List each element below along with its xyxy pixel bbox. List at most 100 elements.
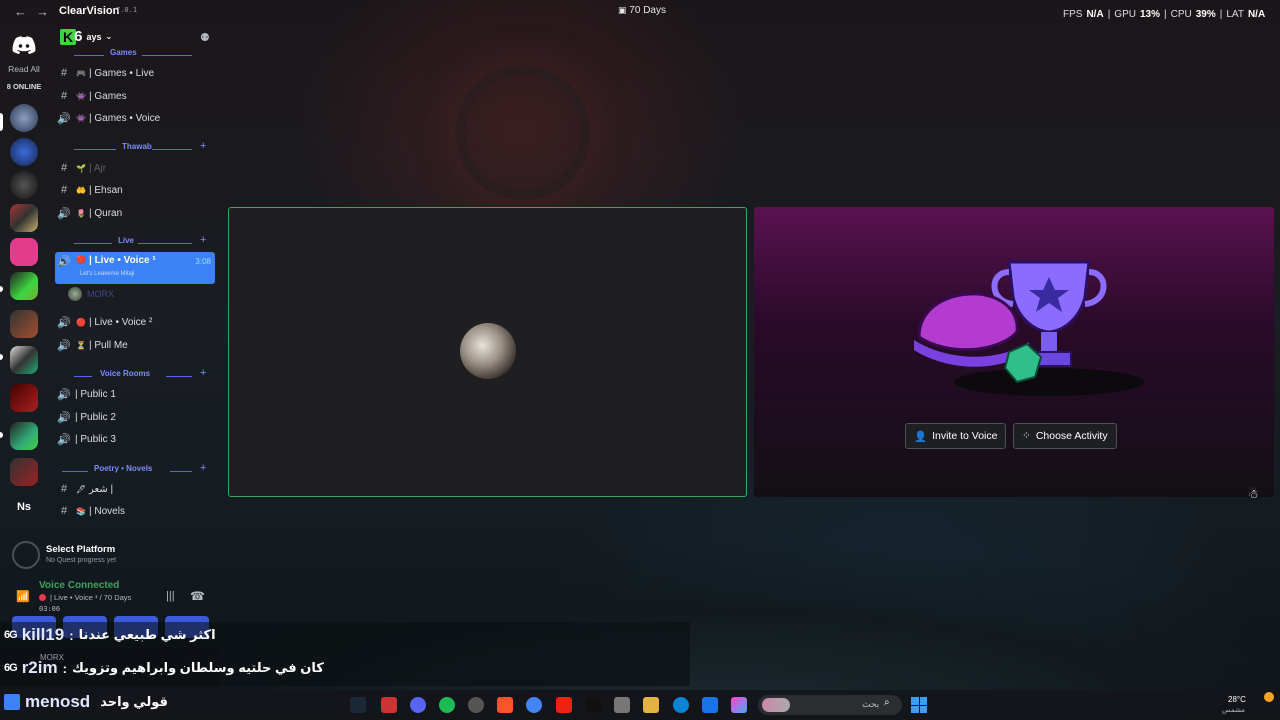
- channel-live-voice-2[interactable]: 🔊 🔴 | Live • Voice ²: [55, 312, 215, 332]
- noise-suppression-icon[interactable]: |||: [166, 590, 175, 602]
- button-label: Choose Activity: [1035, 430, 1108, 442]
- red-circle-icon: 🔴: [76, 317, 86, 327]
- category-games[interactable]: Games: [52, 48, 212, 62]
- text-channel-icon: #: [60, 483, 68, 495]
- category-live[interactable]: Live +: [52, 234, 212, 250]
- add-channel-icon[interactable]: +: [200, 367, 206, 379]
- read-all-button[interactable]: Read All: [0, 64, 48, 74]
- server-folder-3[interactable]: [10, 310, 38, 338]
- trophy-illustration: [914, 260, 1144, 396]
- channel-ehsan[interactable]: # 🤲 | Ehsan: [55, 180, 215, 200]
- edge-icon[interactable]: [673, 697, 689, 713]
- server-folder-1[interactable]: [10, 204, 38, 232]
- channel-games-voice[interactable]: 🔊 👾 | Games • Voice: [55, 108, 215, 128]
- category-label: Voice Rooms: [100, 369, 151, 378]
- channel-live-voice-1[interactable]: 🔊 🔴 | Live • Voice ¹ 3:08 Let's Leaveme …: [55, 252, 215, 284]
- quest-title[interactable]: Select Platform: [46, 544, 115, 555]
- start-button[interactable]: [911, 697, 927, 713]
- speaker-icon: 🔊: [57, 411, 71, 424]
- channel-ajr[interactable]: # 🌱 | Ajr: [55, 158, 215, 178]
- brave-icon[interactable]: [497, 697, 513, 713]
- window-title: ▣ 70 Days: [618, 5, 666, 16]
- user-square-icon: [4, 694, 20, 710]
- server-icon-absent[interactable]: [10, 171, 38, 199]
- invite-to-voice-button[interactable]: 👤 Invite to Voice: [905, 423, 1007, 449]
- performance-stats: FPS N/A | GPU 13% | CPU 39% | LAT N/A: [1063, 9, 1265, 20]
- speaker-icon: 🔊: [57, 433, 71, 446]
- app-version: 7.0.1: [116, 6, 138, 14]
- server-icon-paw[interactable]: [10, 238, 38, 266]
- invader-icon: 👾: [76, 113, 86, 123]
- app-icon-1[interactable]: [381, 697, 397, 713]
- discord-taskbar-icon[interactable]: [410, 697, 426, 713]
- file-explorer-icon[interactable]: [643, 697, 659, 713]
- category-thawab[interactable]: Thawab +: [52, 140, 212, 156]
- add-channel-icon[interactable]: +: [200, 462, 206, 474]
- speaker-icon: 🔊: [57, 112, 71, 125]
- channel-label: | Ehsan: [89, 184, 123, 196]
- mascot-icon: ☃: [1248, 487, 1259, 501]
- search-placeholder: بحث: [862, 699, 880, 709]
- sprout-icon: 🌱: [76, 163, 86, 173]
- voice-status[interactable]: Voice Connected: [39, 580, 119, 591]
- server-folder-2[interactable]: [10, 272, 38, 300]
- back-arrow-icon[interactable]: ←: [14, 4, 27, 19]
- gpu-label: GPU: [1114, 9, 1136, 20]
- chat-text: كان في حلتيه وسلطان وابراهيم وتزويك: [71, 660, 324, 675]
- chat-member: MORX: [40, 653, 64, 662]
- tiktok-icon[interactable]: [585, 697, 601, 713]
- server-icon-1[interactable]: [10, 104, 38, 132]
- server-folder-5[interactable]: [10, 422, 38, 450]
- add-channel-icon[interactable]: +: [200, 140, 206, 152]
- channel-pull-me[interactable]: 🔊 ⏳ | Pull Me: [55, 335, 215, 355]
- channel-label: | Games • Live: [89, 67, 155, 79]
- text-channel-icon: #: [60, 162, 68, 174]
- channel-poetry[interactable]: # 🖋 شعر |: [55, 479, 215, 499]
- chrome-icon[interactable]: [526, 697, 542, 713]
- red-circle-icon: 🔴: [76, 255, 86, 264]
- channel-public-3[interactable]: 🔊 | Public 3: [55, 429, 215, 449]
- server-folder-4[interactable]: [10, 346, 38, 374]
- server-icon-rocket[interactable]: [10, 138, 38, 166]
- speaker-icon: 🔊: [57, 316, 71, 329]
- server-header[interactable]: K 6 ays ⌄: [60, 28, 112, 45]
- channel-games-live[interactable]: # 🎮 | Games • Live: [55, 63, 215, 83]
- forward-arrow-icon[interactable]: →: [36, 4, 49, 19]
- youtube-icon[interactable]: [556, 697, 572, 713]
- server-icon-red[interactable]: [10, 384, 38, 412]
- disconnect-icon[interactable]: ☎: [190, 589, 205, 603]
- copilot-icon[interactable]: [731, 697, 747, 713]
- channel-public-1[interactable]: 🔊 | Public 1: [55, 384, 215, 404]
- unread-indicator: [0, 354, 3, 360]
- gamepad-icon: 🎮: [76, 68, 86, 78]
- chat-username: menosd: [25, 692, 91, 711]
- weather-temp[interactable]: 28°C: [1228, 695, 1246, 704]
- server-ns[interactable]: Ns: [0, 501, 48, 513]
- cpu-value: 39%: [1195, 9, 1216, 20]
- category-voice-rooms[interactable]: Voice Rooms +: [52, 367, 212, 383]
- channel-label: | Games: [89, 90, 127, 102]
- chat-separator: :: [62, 660, 67, 676]
- outlook-icon[interactable]: [702, 697, 718, 713]
- steam-icon[interactable]: [350, 697, 366, 713]
- channel-novels[interactable]: # 📚 | Novels: [55, 501, 215, 521]
- server-folder-6[interactable]: [10, 458, 38, 486]
- spotify-icon[interactable]: [439, 697, 455, 713]
- search-icon: ⌕: [884, 697, 890, 708]
- stats-separator: |: [1107, 9, 1111, 20]
- category-poetry-novels[interactable]: Poetry • Novels +: [52, 462, 212, 478]
- channel-quran[interactable]: 🔊 🌷 | Quran: [55, 203, 215, 223]
- add-member-icon[interactable]: ⚉: [200, 31, 210, 44]
- add-channel-icon[interactable]: +: [200, 234, 206, 246]
- gpu-value: 13%: [1139, 9, 1160, 20]
- choose-activity-button[interactable]: ⁘ Choose Activity: [1013, 423, 1117, 449]
- speaker-icon: 🔊: [57, 207, 71, 220]
- taskbar: [0, 690, 1280, 720]
- steelseries-icon[interactable]: [468, 697, 484, 713]
- discord-home-icon[interactable]: [12, 36, 36, 54]
- channel-public-2[interactable]: 🔊 | Public 2: [55, 407, 215, 427]
- channel-games[interactable]: # 👾 | Games: [55, 86, 215, 106]
- store-icon[interactable]: [614, 697, 630, 713]
- voice-participant-tile[interactable]: [228, 207, 747, 497]
- voice-member[interactable]: MORX: [68, 287, 114, 301]
